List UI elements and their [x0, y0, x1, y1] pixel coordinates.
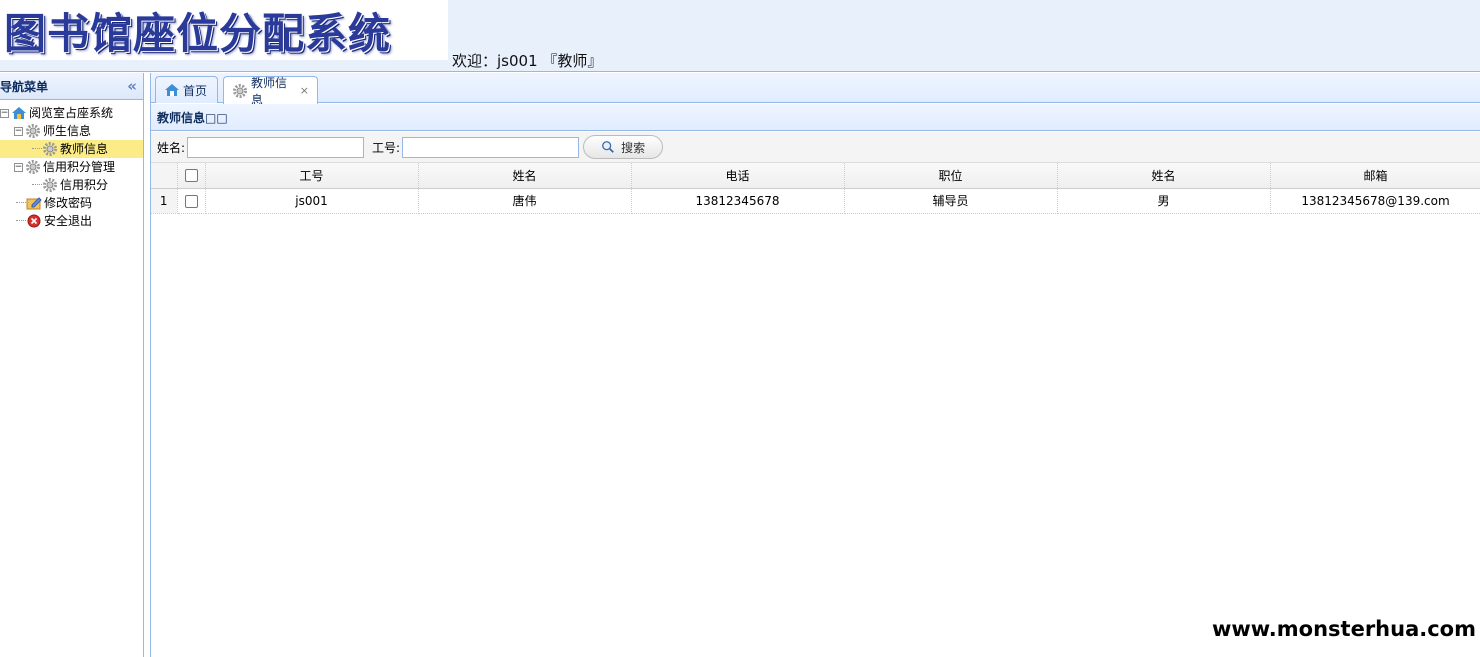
- gear-icon: [25, 159, 41, 175]
- stop-icon: [26, 213, 42, 229]
- tree-item-label: 安全退出: [44, 214, 93, 228]
- tree-item-teacher-student[interactable]: − 师生信息: [0, 122, 143, 140]
- tab-bar: 首页 教师信息 ×: [151, 73, 1480, 107]
- tree-item-label: 阅览室占座系统: [29, 106, 114, 120]
- sidebar: 导航菜单 « − 阅览室占座系统 − 师生信息 教师信息 − 信用积分管理 信用…: [0, 73, 144, 657]
- app-logo: 图书馆座位分配系统: [0, 0, 448, 60]
- edit-folder-icon: [26, 195, 42, 211]
- gear-icon: [25, 123, 41, 139]
- tree-item-label: 教师信息: [60, 142, 109, 156]
- cell-id: js001: [205, 188, 419, 214]
- column-header[interactable]: 姓名: [418, 163, 632, 189]
- collapse-toggle-icon[interactable]: −: [14, 126, 23, 136]
- tree-item-credit-points[interactable]: 信用积分: [0, 176, 143, 194]
- collapse-toggle-icon[interactable]: −: [14, 162, 23, 172]
- nav-tree: − 阅览室占座系统 − 师生信息 教师信息 − 信用积分管理 信用积分 修改密码…: [0, 100, 143, 230]
- tab-label: 首页: [183, 83, 208, 98]
- close-icon[interactable]: ×: [300, 84, 309, 97]
- double-chevron-left-icon[interactable]: «: [127, 77, 137, 95]
- sidebar-title: 导航菜单: [0, 79, 49, 94]
- search-button[interactable]: 搜索: [583, 135, 664, 159]
- table-header-row: 工号 姓名 电话 职位 姓名 邮箱: [151, 163, 1480, 189]
- tree-item-label: 信用积分: [60, 178, 109, 192]
- name-input[interactable]: [187, 136, 365, 158]
- rownum-header: [151, 163, 178, 189]
- main-content: 首页 教师信息 × 教师信息□□ 姓名: 工号: 搜索 工号 姓名 电话 职位 …: [150, 73, 1480, 657]
- id-input[interactable]: [402, 136, 580, 158]
- gear-icon: [42, 177, 58, 193]
- tab-label: 教师信息: [251, 75, 288, 107]
- row-checkbox[interactable]: [177, 188, 206, 214]
- column-header[interactable]: 姓名: [1057, 163, 1271, 189]
- column-header[interactable]: 工号: [205, 163, 419, 189]
- search-button-label: 搜索: [621, 140, 646, 155]
- table-row[interactable]: 1 js001 唐伟 13812345678 辅导员 男 13812345678…: [151, 188, 1480, 214]
- column-header[interactable]: 电话: [631, 163, 845, 189]
- tree-item-change-password[interactable]: 修改密码: [0, 194, 143, 212]
- cell-name: 唐伟: [418, 188, 632, 214]
- tab-home[interactable]: 首页: [155, 76, 218, 103]
- column-header[interactable]: 邮箱: [1270, 163, 1480, 189]
- search-toolbar: 姓名: 工号: 搜索: [151, 132, 1480, 163]
- sidebar-header: 导航菜单 «: [0, 73, 143, 100]
- collapse-toggle-icon[interactable]: −: [0, 108, 9, 118]
- cell-position: 辅导员: [844, 188, 1058, 214]
- column-header[interactable]: 职位: [844, 163, 1058, 189]
- cell-phone: 13812345678: [631, 188, 845, 214]
- tree-item-label: 修改密码: [44, 196, 93, 210]
- welcome-text: 欢迎：js001 『教师』: [452, 52, 603, 70]
- home-icon: [11, 105, 27, 121]
- tree-item-root[interactable]: − 阅览室占座系统: [0, 104, 143, 122]
- app-header: 图书馆座位分配系统 欢迎：js001 『教师』: [0, 0, 1480, 72]
- home-icon: [164, 82, 180, 98]
- cell-gender: 男: [1057, 188, 1271, 214]
- app-logo-text: 图书馆座位分配系统: [4, 8, 392, 58]
- search-icon: [601, 140, 615, 154]
- watermark: www.monsterhua.com: [1205, 615, 1476, 643]
- gear-icon: [232, 83, 248, 99]
- id-label: 工号:: [372, 140, 401, 155]
- tree-item-teacher-info[interactable]: 教师信息: [0, 140, 143, 158]
- tree-item-credit-mgmt[interactable]: − 信用积分管理: [0, 158, 143, 176]
- tree-item-label: 师生信息: [43, 124, 92, 138]
- row-number: 1: [151, 188, 178, 214]
- select-all-checkbox[interactable]: [177, 163, 206, 189]
- name-label: 姓名:: [157, 140, 186, 155]
- teacher-table: 工号 姓名 电话 职位 姓名 邮箱 1 js001 唐伟 13812345678…: [151, 163, 1480, 214]
- gear-icon: [42, 141, 58, 157]
- panel-title: 教师信息□□: [151, 104, 1480, 131]
- cell-email: 13812345678@139.com: [1270, 188, 1480, 214]
- tree-item-label: 信用积分管理: [43, 160, 116, 174]
- tab-teacher-info[interactable]: 教师信息 ×: [223, 76, 318, 107]
- tree-item-logout[interactable]: 安全退出: [0, 212, 143, 230]
